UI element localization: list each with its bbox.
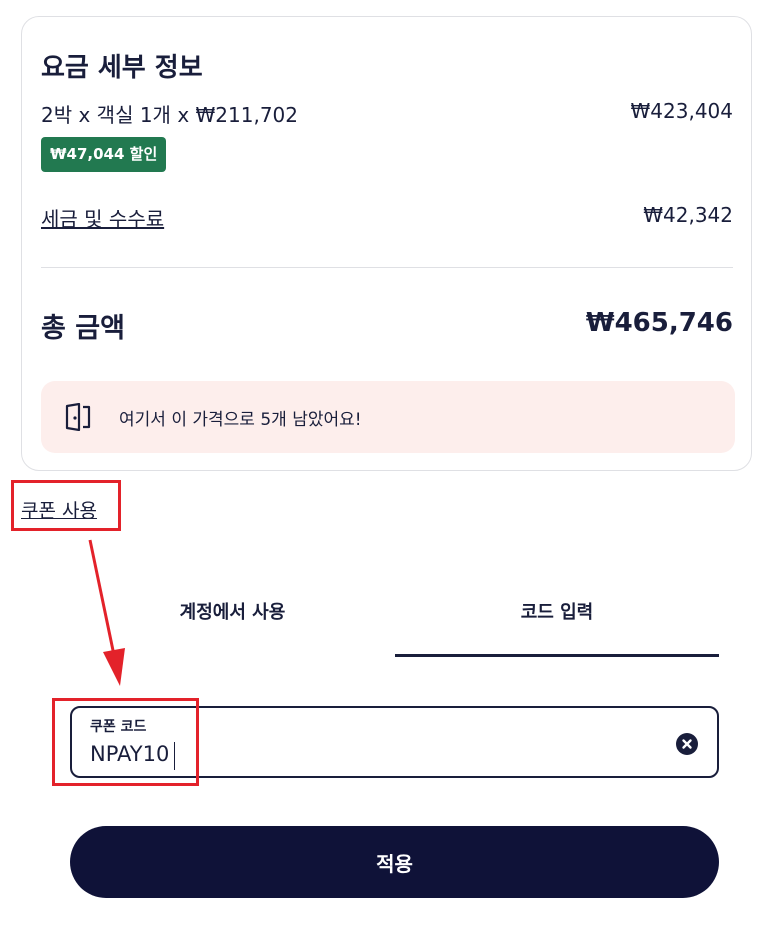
availability-notice: 여기서 이 가격으로 5개 남았어요! [41,381,735,453]
price-details-card: 요금 세부 정보 2박 x 객실 1개 x ₩211,702 ₩423,404 … [21,16,752,471]
clear-icon[interactable] [676,733,698,755]
total-label: 총 금액 [41,313,125,344]
tab-enter-code[interactable]: 코드 입력 [395,598,719,624]
highlight-box-coupon-link [11,480,121,531]
divider [41,267,733,268]
room-rate-value: ₩423,404 [630,99,733,123]
apply-button[interactable]: 적용 [70,826,719,898]
availability-notice-text: 여기서 이 가격으로 5개 남았어요! [119,410,362,430]
highlight-box-coupon-input [52,698,199,786]
taxes-fees-value: ₩42,342 [643,203,733,227]
door-icon [65,403,91,431]
total-value: ₩465,746 [585,308,733,338]
room-rate-label: 2박 x 객실 1개 x ₩211,702 [41,103,298,127]
discount-badge: ₩47,044 할인 [41,137,167,172]
tab-selected-indicator [395,654,719,657]
taxes-fees-link[interactable]: 세금 및 수수료 [41,203,164,232]
price-details-title: 요금 세부 정보 [41,53,203,83]
tab-use-from-account[interactable]: 계정에서 사용 [70,598,395,624]
